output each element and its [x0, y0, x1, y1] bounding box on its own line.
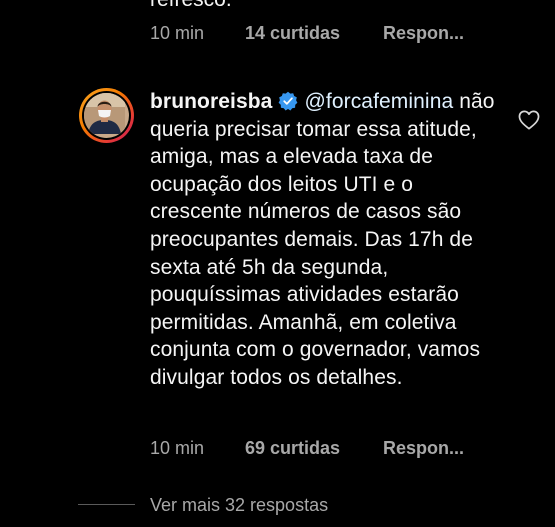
- previous-comment-text: refresco.: [150, 0, 232, 13]
- previous-comment-meta: 10 min 14 curtidas Respon...: [150, 22, 464, 44]
- replies-divider: [78, 504, 135, 505]
- comment-likes[interactable]: 69 curtidas: [245, 437, 383, 459]
- previous-comment-likes[interactable]: 14 curtidas: [245, 22, 383, 44]
- comment-username[interactable]: brunoreisba: [150, 90, 272, 113]
- view-more-replies-button[interactable]: Ver mais 32 respostas: [150, 494, 328, 516]
- comment-meta: 10 min 69 curtidas Respon...: [150, 437, 464, 459]
- comment-time: 10 min: [150, 438, 205, 458]
- previous-comment-time: 10 min: [150, 23, 205, 43]
- comment-reply-button[interactable]: Respon...: [383, 437, 464, 459]
- avatar[interactable]: [79, 88, 134, 143]
- profile-photo: [84, 93, 129, 138]
- previous-comment-reply-button[interactable]: Respon...: [383, 22, 464, 44]
- comment-text: não queria precisar tomar essa atitude, …: [150, 90, 495, 389]
- verified-badge-icon: [279, 91, 298, 111]
- heart-outline-icon[interactable]: [518, 110, 540, 130]
- comment-body: brunoreisba @forcafeminina não queria pr…: [150, 88, 510, 392]
- comment-mention-link[interactable]: @forcafeminina: [304, 90, 453, 113]
